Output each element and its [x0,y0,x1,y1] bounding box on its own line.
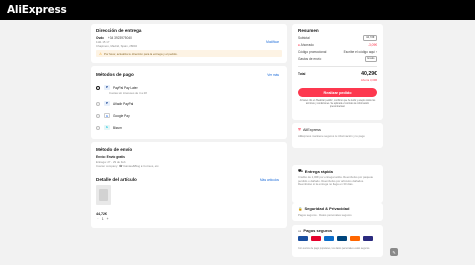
payment-option-add-paypal[interactable]: P Añadir PayPal [96,98,282,109]
payment-option-label: Añadir PayPal [113,101,134,106]
security-text: Pagos seguros · Datos personales seguros [298,213,352,217]
credit-card-icon: ▭ [298,228,302,233]
warning-icon: ⚠ [99,51,103,56]
security-privacy-card: 🔒 Seguridad & Privacidad Pagos seguros ·… [292,203,383,221]
promo-code-label: Código promocional [298,50,327,54]
warning-text: Por favor, actualiza tu dirección para l… [104,51,178,56]
payment-option-label: Bizum [113,125,122,130]
delivery-card: Método de envío Envío: Envío gratis Entr… [91,142,287,228]
discover-icon [350,236,360,241]
summary-divider [298,66,377,67]
fast-delivery-card: ⛟ Entrega rápida Crédito de 1,00€ por en… [292,165,383,203]
legal-notice: Al hacer clic en 'Realizar pedido', conf… [299,100,376,108]
maestro-icon [324,236,334,241]
secure-payments-text: Con socios de pago populares, tus datos … [298,247,371,250]
edit-address-link[interactable]: Modificar [266,40,279,44]
view-more-payments-link[interactable]: Ver más [267,73,279,77]
fast-delivery-header: ⛟ Entrega rápida [298,169,333,174]
quantity-value[interactable]: 1 [102,217,104,221]
radio-unselected[interactable] [96,125,100,130]
truck-icon: ⛟ [298,169,303,173]
shipping-cost-label: Gastos de envío [298,57,322,61]
promo-code-input-wrap[interactable]: Escribe el código aquí › [344,50,377,54]
shipping-address-card: Dirección de entrega Ovdc +34 3923975040… [91,24,287,63]
subtotal-value: 44,72€ [363,35,377,41]
item-detail-title: Detalle del artículo [96,177,137,182]
total-label: Total [298,72,306,76]
payment-methods-card: Métodos de pago Ver más P PayPal Pay Lat… [91,66,287,139]
order-summary-card: Resumen Subtotal 44,72€ ● Ahorrado -3,09… [292,24,383,120]
payment-option-label: PayPal Pay Later [113,85,138,90]
aliexpress-card-header: ⛨ AliExpress [298,127,321,132]
subtotal-row: Subtotal 44,72€ [298,35,377,41]
lock-icon: 🔒 [298,206,303,211]
aliexpress-protection-card: ⛨ AliExpress AliExpress mantiene seguros… [292,123,383,148]
total-value: 40,29€ [361,71,377,77]
top-header: AliExpress [0,0,475,20]
saved-value: -3,09€ [367,43,377,47]
bizum-icon: b [104,125,110,130]
radio-unselected[interactable] [96,101,100,106]
pencil-icon: ✎ [392,249,396,255]
aliexpress-logo[interactable]: AliExpress [7,4,67,16]
subtotal-label: Subtotal [298,36,310,40]
paypal-logo-icon [337,236,347,241]
visa-icon [298,236,308,241]
payment-title: Métodos de pago [96,72,134,77]
total-savings-note: Ahorra 3,09€ [360,77,377,82]
delivery-option-title: Envío: Envío gratis [96,155,125,159]
shipping-cost-row: Gastos de envío Gratis [298,56,377,62]
item-price: 44,72€ [96,212,107,216]
address-warning-banner: ⚠ Por favor, actualiza tu dirección para… [96,50,282,57]
product-image [99,189,108,201]
delivery-title: Método de envío [96,147,133,152]
google-pay-icon: G [104,113,110,118]
shipping-cost-value: Gratis [364,56,377,62]
summary-title: Resumen [298,28,319,33]
more-items-link[interactable]: Más artículos [260,178,279,182]
discount-dot-icon: ● [298,43,300,47]
increase-quantity-button[interactable]: + [107,217,109,221]
saved-label: Ahorrado [300,43,314,47]
place-order-button[interactable]: Realizar pedido [298,88,377,97]
payment-option-note: Cuotas sin intereses de 4 a 28 [109,91,147,95]
security-header: 🔒 Seguridad & Privacidad [298,206,349,211]
payment-option-google-pay[interactable]: G Google Pay [96,110,282,121]
quantity-stepper[interactable]: − 1 + [97,217,109,221]
fast-delivery-text: Crédito de 1,00€ por entrega tardía. Ree… [298,175,374,187]
decrease-quantity-button[interactable]: − [97,217,99,221]
amex-icon [363,236,373,241]
courier-info: Courier company: ☎ Cainiao&Blog ● Correo… [96,163,160,168]
paypal-icon: P [104,101,110,106]
payment-logos-row [298,236,378,241]
saved-row: ● Ahorrado -3,09€ [298,42,377,48]
aliexpress-card-title: AliExpress [303,127,321,132]
promo-code-input[interactable]: Escribe el código aquí [344,50,375,54]
fast-delivery-title: Entrega rápida [304,169,333,174]
radio-unselected[interactable] [96,113,100,118]
promo-code-row[interactable]: Código promocional Escribe el código aqu… [298,49,377,55]
security-title: Seguridad & Privacidad [304,206,350,211]
paypal-icon: P [104,85,110,90]
floating-edit-button[interactable]: ✎ [390,248,398,256]
saved-label-wrap: ● Ahorrado [298,43,314,47]
secure-payments-title: Pagos seguros [303,228,333,233]
shield-icon: ⛨ [298,127,301,132]
address-line-2: Chapinero, Madrid, Spain, 28002 [96,44,138,48]
payment-option-bizum[interactable]: b Bizum [96,122,282,133]
payment-option-label: Google Pay [113,113,130,118]
aliexpress-card-text: AliExpress mantiene seguros tu informaci… [298,134,365,138]
recipient-phone: +34 3923975040 [107,36,132,40]
radio-selected[interactable] [96,85,100,90]
product-thumbnail[interactable] [96,185,111,205]
chevron-right-icon: › [375,50,377,54]
mastercard-icon [311,236,321,241]
shipping-title: Dirección de entrega [96,28,142,33]
secure-payments-header: ▭ Pagos seguros [298,228,332,233]
secure-payments-card: ▭ Pagos seguros Con socios de pago popul… [292,225,383,257]
